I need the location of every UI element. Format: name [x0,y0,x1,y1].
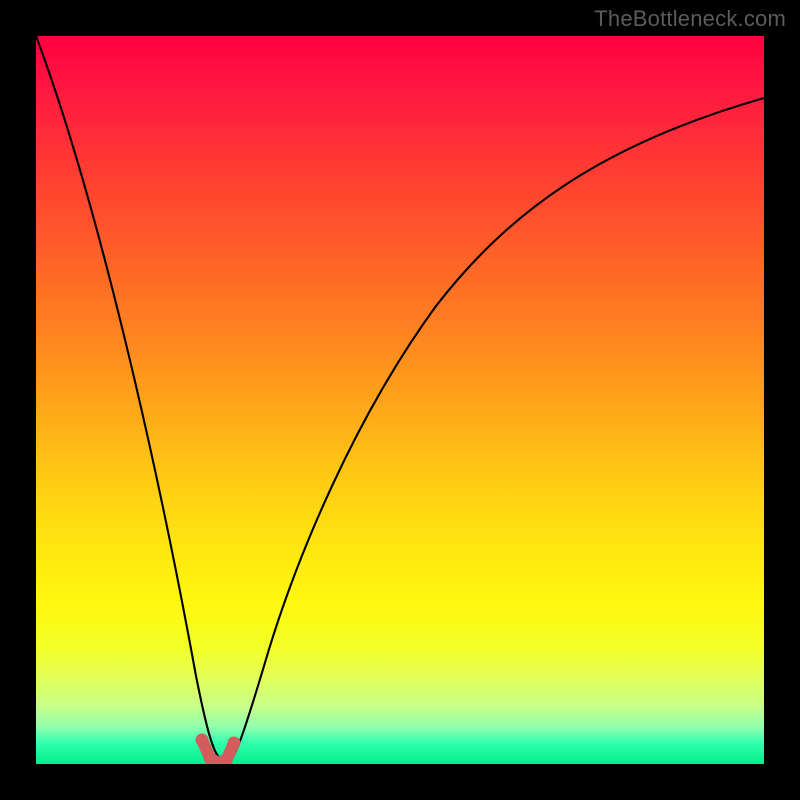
bottleneck-curve [36,36,764,762]
curve-svg [36,36,764,764]
watermark-text: TheBottleneck.com [594,6,786,32]
chart-frame: TheBottleneck.com [0,0,800,800]
plot-area [36,36,764,764]
